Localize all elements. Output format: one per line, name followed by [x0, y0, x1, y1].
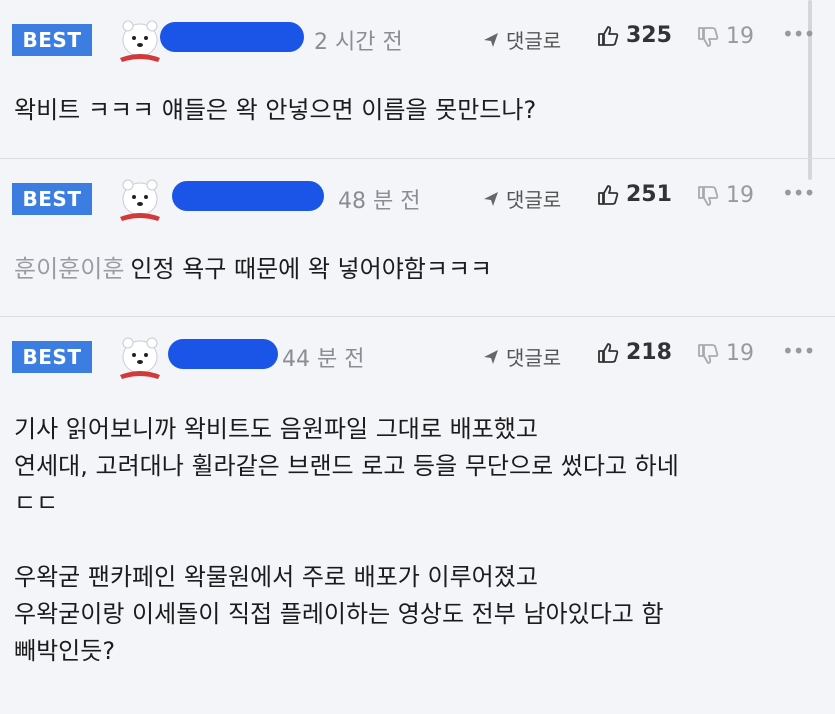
- comment-line: 우왁굳 팬카페인 왁물원에서 주로 배포가 이루어졌고: [14, 563, 538, 591]
- comment-time: 48 분 전: [338, 189, 421, 214]
- comment-item: BEST 2 시간 전 댓글로 325 19 ••• 왁비트 ㅋㅋㅋ 얘들은 왁…: [0, 0, 815, 158]
- comment-line-text: 인정 욕구 때문에 왁 넣어야함ㅋㅋㅋ: [130, 255, 493, 283]
- reply-label: 댓글로: [506, 188, 562, 212]
- comment-body: 기사 읽어보니까 왁비트도 음원파일 그대로 배포했고 연세대, 고려대나 휠라…: [14, 411, 679, 670]
- comment-line: 빼박인듯?: [14, 637, 116, 665]
- comment-line: 연세대, 고려대나 휠라같은 브랜드 로고 등을 무단으로 썼다고 하네: [14, 452, 679, 480]
- polar-bear-avatar-icon: [120, 179, 160, 221]
- comment-item: BEST 48 분 전 댓글로 251 19 ••• 훈이훈이훈 인정 욕구 때…: [0, 159, 815, 316]
- comment-header: BEST 44 분 전 댓글로 218 19 •••: [0, 325, 815, 385]
- thumbs-down-icon: [698, 185, 719, 206]
- like-count: 325: [626, 23, 672, 48]
- thumbs-up-icon: [598, 342, 619, 363]
- comment-body: 훈이훈이훈 인정 욕구 때문에 왁 넣어야함ㅋㅋㅋ: [14, 251, 492, 288]
- reply-button[interactable]: 댓글로: [482, 25, 561, 54]
- dislike-count: 19: [726, 24, 754, 49]
- comment-line: ㄷㄷ: [14, 489, 59, 517]
- more-options-icon[interactable]: •••: [782, 181, 815, 205]
- like-button[interactable]: 251: [596, 182, 672, 207]
- comment-line: 왁비트 ㅋㅋㅋ 얘들은 왁 안넣으면 이름을 못만드나?: [14, 96, 537, 124]
- redacted-username: [160, 22, 304, 52]
- comment-item: BEST 44 분 전 댓글로 218 19 ••• 기사 읽어보니까 왁비트도…: [0, 317, 815, 714]
- comment-line: 기사 읽어보니까 왁비트도 음원파일 그대로 배포했고: [14, 415, 538, 443]
- thumbs-up-icon: [598, 184, 619, 205]
- comment-time: 44 분 전: [282, 347, 365, 372]
- dislike-count: 19: [726, 341, 754, 366]
- best-badge: BEST: [12, 341, 92, 373]
- comment-body: 왁비트 ㅋㅋㅋ 얘들은 왁 안넣으면 이름을 못만드나?: [14, 92, 536, 129]
- thumbs-down-icon: [698, 26, 719, 47]
- reply-label: 댓글로: [506, 346, 562, 370]
- thumbs-down-icon: [698, 343, 719, 364]
- comment-line: 훈이훈이훈 인정 욕구 때문에 왁 넣어야함ㅋㅋㅋ: [14, 251, 492, 288]
- dislike-button[interactable]: 19: [696, 341, 754, 366]
- dislike-count: 19: [726, 183, 754, 208]
- more-options-icon[interactable]: •••: [782, 339, 815, 363]
- redacted-username: [168, 339, 278, 369]
- mention-username[interactable]: 훈이훈이훈: [14, 255, 124, 283]
- send-icon: [484, 32, 498, 47]
- comment-header: BEST 48 분 전 댓글로 251 19 •••: [0, 167, 815, 227]
- send-icon: [484, 191, 498, 206]
- like-button[interactable]: 218: [596, 340, 672, 365]
- reply-button[interactable]: 댓글로: [482, 184, 561, 213]
- dislike-button[interactable]: 19: [696, 24, 754, 49]
- avatar[interactable]: [112, 331, 168, 381]
- best-badge: BEST: [12, 24, 92, 56]
- comment-line: [14, 522, 679, 559]
- reply-label: 댓글로: [506, 29, 562, 53]
- avatar[interactable]: [112, 173, 168, 223]
- dislike-button[interactable]: 19: [696, 183, 754, 208]
- best-badge: BEST: [12, 183, 92, 215]
- reply-button[interactable]: 댓글로: [482, 342, 561, 371]
- comment-time: 2 시간 전: [314, 30, 403, 55]
- like-button[interactable]: 325: [596, 23, 672, 48]
- send-icon: [484, 349, 498, 364]
- comment-header: BEST 2 시간 전 댓글로 325 19 •••: [0, 8, 815, 68]
- like-count: 218: [626, 340, 672, 365]
- like-count: 251: [626, 182, 672, 207]
- polar-bear-avatar-icon: [120, 337, 160, 379]
- thumbs-up-icon: [598, 25, 619, 46]
- comment-line: 우왁굳이랑 이세돌이 직접 플레이하는 영상도 전부 남아있다고 함: [14, 600, 664, 628]
- more-options-icon[interactable]: •••: [782, 22, 815, 46]
- redacted-username: [172, 181, 324, 211]
